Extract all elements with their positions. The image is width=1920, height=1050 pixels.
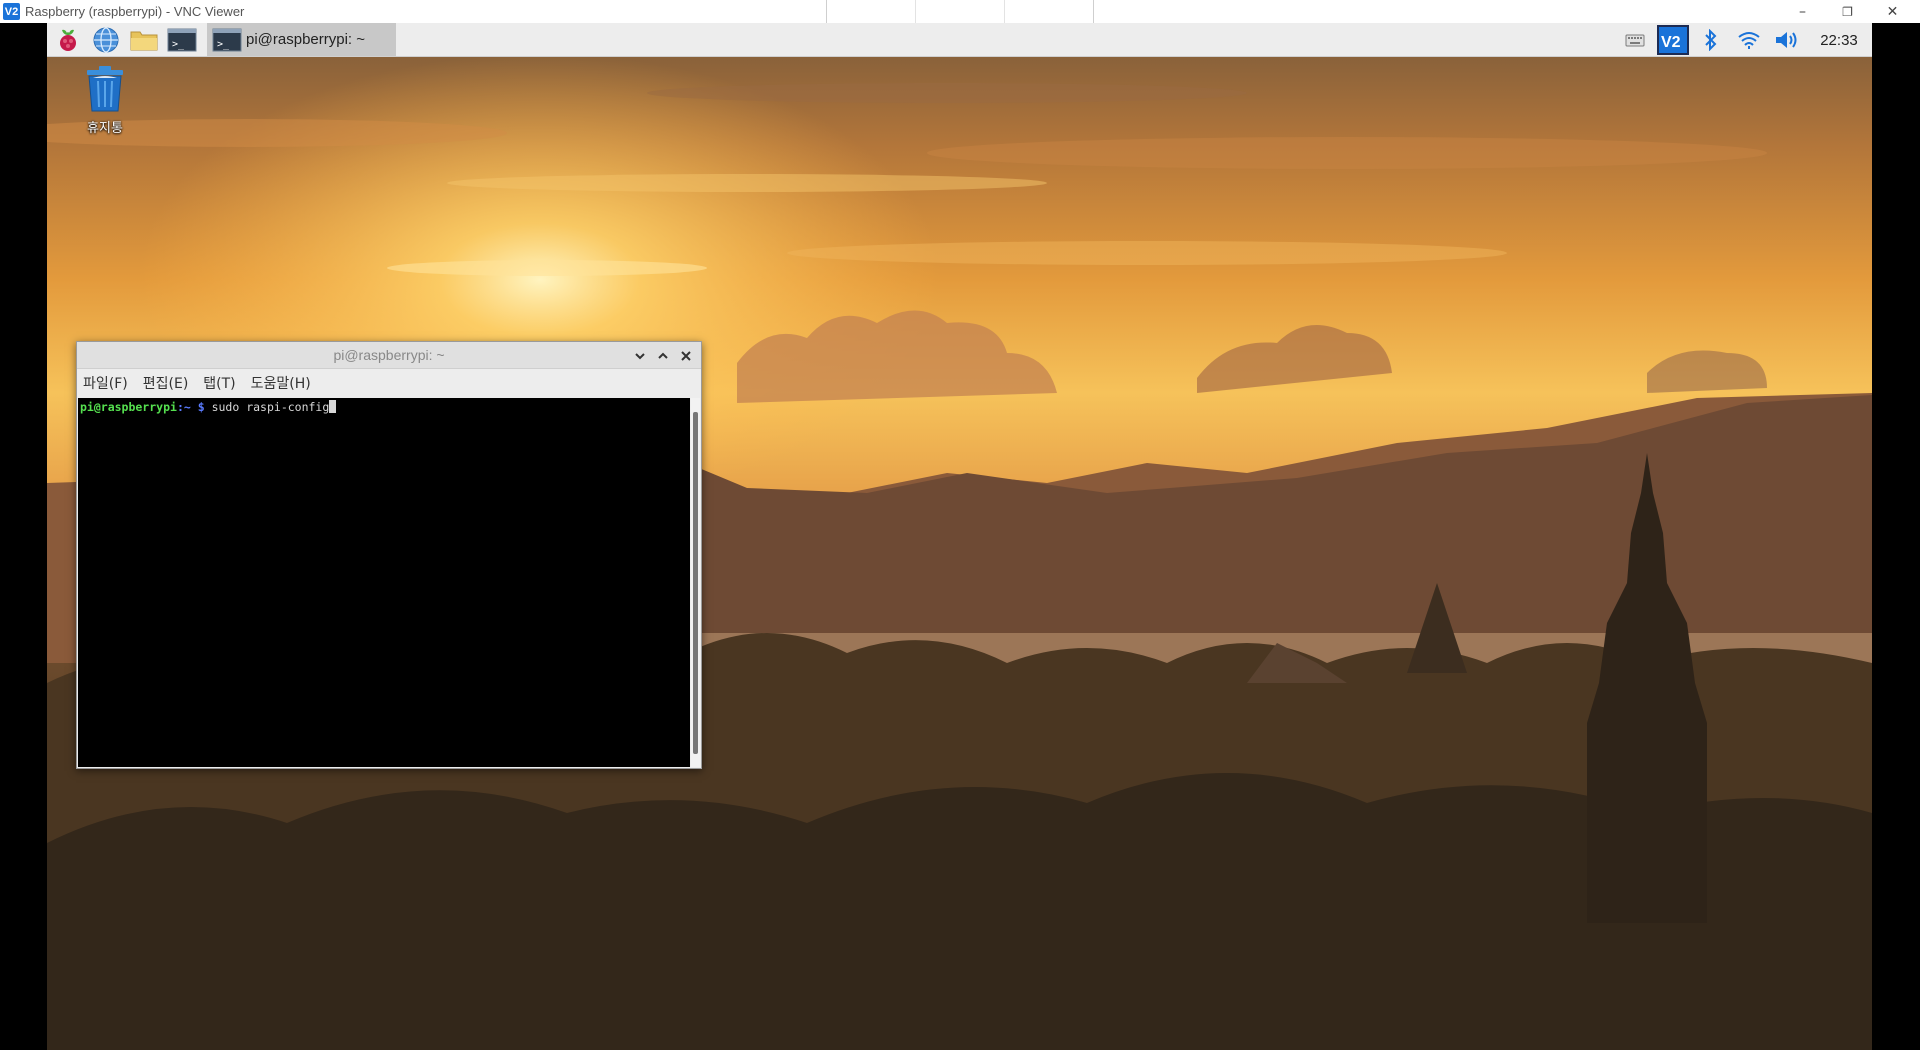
prompt-symbol: $: [190, 400, 205, 414]
window-maximize-button[interactable]: [653, 346, 673, 366]
keyboard-icon[interactable]: [1616, 23, 1654, 57]
scrollbar-thumb[interactable]: [693, 412, 698, 754]
svg-text:V2: V2: [1661, 34, 1681, 51]
system-tray: V2 22:33: [1616, 23, 1872, 57]
menu-tabs[interactable]: 탭(T): [203, 373, 235, 393]
vnc-toolbar-handle[interactable]: [826, 0, 1094, 25]
taskbar-panel: >_ >_ pi@raspberrypi: ~ V2 22:33: [47, 23, 1872, 57]
menu-help[interactable]: 도움말(H): [251, 373, 311, 393]
vnc-server-icon[interactable]: V2: [1654, 23, 1692, 57]
raspberry-menu-icon[interactable]: [51, 25, 85, 55]
desktop-icon-label: 휴지통: [87, 121, 123, 136]
taskbar-item-label: pi@raspberrypi: ~: [246, 31, 366, 48]
chevron-down-icon: [635, 353, 645, 360]
menu-file[interactable]: 파일(F): [83, 373, 128, 393]
terminal-title: pi@raspberrypi: ~: [333, 347, 445, 363]
menu-edit[interactable]: 편집(E): [143, 373, 189, 393]
text-cursor: [329, 400, 337, 413]
vnc-viewer-logo-icon: V2: [3, 3, 20, 20]
typed-command: sudo raspi-config: [204, 400, 330, 414]
bluetooth-icon[interactable]: [1692, 23, 1730, 57]
vnc-viewer-title: Raspberry (raspberrypi) - VNC Viewer: [25, 4, 245, 19]
terminal-icon[interactable]: >_: [165, 25, 199, 55]
terminal-icon: >_: [212, 28, 242, 51]
svg-text:>_: >_: [217, 39, 230, 50]
vnc-viewer-titlebar: V2 Raspberry (raspberrypi) - VNC Viewer …: [0, 0, 1920, 25]
remote-desktop: >_ >_ pi@raspberrypi: ~ V2 22:33 휴지통 pi@…: [47, 23, 1872, 1050]
svg-text:>_: >_: [172, 39, 185, 50]
close-icon: [681, 351, 691, 361]
prompt-path: :~: [176, 400, 191, 414]
trash-icon: [87, 66, 123, 112]
clock[interactable]: 22:33: [1806, 32, 1872, 49]
taskbar-item-terminal[interactable]: >_ pi@raspberrypi: ~: [207, 23, 396, 56]
window-close-button[interactable]: [676, 346, 696, 366]
desktop-icon-trash[interactable]: 휴지통: [73, 65, 137, 136]
restore-button[interactable]: ❐: [1825, 0, 1870, 23]
close-button[interactable]: ✕: [1870, 0, 1915, 23]
window-minimize-button[interactable]: [630, 346, 650, 366]
terminal-command-line: pi@raspberrypi:~ $ sudo raspi-config: [80, 400, 688, 414]
volume-icon[interactable]: [1768, 23, 1806, 57]
prompt-user-host: pi@raspberrypi: [80, 400, 177, 414]
terminal-window: pi@raspberrypi: ~ 파일(F) 편집(E) 탭(T) 도움말(H…: [76, 341, 702, 769]
file-manager-icon[interactable]: [127, 25, 161, 55]
minimize-button[interactable]: –: [1780, 0, 1825, 23]
chevron-up-icon: [658, 352, 668, 359]
web-browser-icon[interactable]: [89, 25, 123, 55]
terminal-titlebar[interactable]: pi@raspberrypi: ~: [77, 342, 701, 369]
terminal-output[interactable]: pi@raspberrypi:~ $ sudo raspi-config: [78, 398, 690, 767]
terminal-scrollbar[interactable]: [691, 398, 700, 767]
wifi-icon[interactable]: [1730, 23, 1768, 57]
terminal-menubar: 파일(F) 편집(E) 탭(T) 도움말(H): [77, 369, 701, 397]
